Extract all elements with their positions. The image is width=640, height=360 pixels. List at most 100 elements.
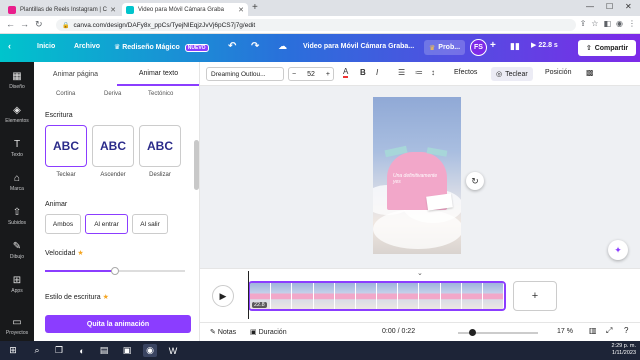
windows-start-icon[interactable]: ⊞ xyxy=(6,344,20,357)
undo-icon[interactable]: ↶ xyxy=(228,41,236,52)
search-icon[interactable]: ⌕ xyxy=(30,344,44,357)
tab-animate-page[interactable]: Animar página xyxy=(34,62,117,86)
pro-button[interactable]: ♛ Prob... xyxy=(424,40,466,55)
card-text[interactable]: Una definitivamente yes xyxy=(393,173,445,185)
zoom-slider[interactable] xyxy=(458,329,538,336)
system-tray[interactable]: 2:29 p. m. 1/11/2023 xyxy=(612,343,636,357)
share-page-icon[interactable]: ⇪ xyxy=(580,19,587,28)
share-button[interactable]: ⇧ Compartir xyxy=(578,40,636,56)
pro-label: Prob... xyxy=(438,44,461,51)
magic-assistant-icon[interactable]: ✦ xyxy=(608,240,628,260)
rail-item-apps[interactable]: ⊞ Apps xyxy=(0,268,34,300)
clip-thumbnail xyxy=(355,283,378,309)
timeline-play-button[interactable]: ▶ xyxy=(212,285,234,307)
rotate-icon[interactable]: ↻ xyxy=(466,172,484,190)
rail-item-uploads[interactable]: ⇧ Subidos xyxy=(0,200,34,232)
duration-button[interactable]: ▣ Duración xyxy=(250,328,287,336)
close-tab-icon[interactable]: ✕ xyxy=(107,6,116,14)
italic-button[interactable]: I xyxy=(376,68,378,77)
position-button[interactable]: Posición xyxy=(545,69,571,76)
maximize-window-icon[interactable]: ☐ xyxy=(606,2,613,11)
word-icon[interactable]: W xyxy=(166,344,180,357)
animation-tile-teclear[interactable]: ABC xyxy=(45,125,87,167)
tab-video-movil[interactable]: Video para Móvil Cámara Graba ✕ xyxy=(122,3,248,16)
add-page-button[interactable]: + xyxy=(513,281,557,311)
fullscreen-icon[interactable]: ⤢ xyxy=(606,326,612,336)
rail-item-draw[interactable]: ✎ Dibujo xyxy=(0,234,34,266)
avatar[interactable]: FS xyxy=(470,39,487,56)
align-center-icon[interactable]: ☰ xyxy=(398,68,405,77)
store-icon[interactable]: ▣ xyxy=(120,344,134,357)
effects-button[interactable]: Efectos xyxy=(454,69,477,76)
spacing-icon[interactable]: ↕ xyxy=(431,68,435,77)
magic-redesign-button[interactable]: ♛ Rediseño Mágico NUEVO xyxy=(114,43,209,52)
instagram-favicon-icon xyxy=(8,5,16,14)
clip-thumbnail xyxy=(292,283,314,309)
remove-animation-button[interactable]: Quita la animación xyxy=(45,315,191,333)
browser-menu-icon[interactable]: ⋮ xyxy=(628,19,636,28)
design-page[interactable]: Una definitivamente yes xyxy=(373,97,461,254)
decrease-size-button[interactable]: − xyxy=(292,71,296,78)
url-field[interactable]: 🔒 canva.com/design/DAFy8x_ppCs/TyejNlEqj… xyxy=(56,19,576,31)
new-badge: NUEVO xyxy=(184,44,209,52)
document-title[interactable]: Video para Móvil Cámara Graba... xyxy=(303,43,414,50)
tab-animate-text[interactable]: Animar texto xyxy=(117,62,199,86)
font-size-value[interactable]: 52 xyxy=(307,71,315,78)
zoom-slider-handle[interactable] xyxy=(468,329,476,336)
new-tab-button[interactable]: + xyxy=(252,2,258,13)
text-color-icon[interactable]: A xyxy=(343,68,349,78)
zoom-value[interactable]: 17 % xyxy=(557,328,573,335)
rail-item-brand[interactable]: ⌂ Marca xyxy=(0,166,34,198)
extensions-icon[interactable]: ◧ xyxy=(603,19,611,28)
left-rail: ▦ Diseño ◈ Elementos T Texto ⌂ Marca ⇧ Subido… xyxy=(0,62,34,341)
add-collaborator-icon[interactable]: + xyxy=(490,40,496,51)
file-button[interactable]: Archivo xyxy=(74,43,100,50)
speed-slider-handle[interactable] xyxy=(111,267,119,275)
file-explorer-icon[interactable]: ▤ xyxy=(97,344,111,357)
animate-on-enter-button[interactable]: Al entrar xyxy=(85,214,128,234)
speed-slider[interactable] xyxy=(45,267,185,275)
notes-button[interactable]: ✎ Notas xyxy=(210,328,236,336)
profile-icon[interactable]: ◉ xyxy=(616,19,623,28)
rail-label: Apps xyxy=(11,287,23,294)
video-clip[interactable] xyxy=(248,281,506,311)
cloud-saved-icon[interactable]: ☁ xyxy=(278,41,287,52)
panel-scrollbar[interactable] xyxy=(194,140,199,190)
font-family-dropdown[interactable]: Dreaming Outlou... xyxy=(206,67,284,81)
list-icon[interactable]: ≔ xyxy=(415,68,423,77)
back-icon[interactable]: ← xyxy=(6,19,15,29)
animation-tile-ascender[interactable]: ABC xyxy=(92,125,134,167)
tab-plantillas[interactable]: Plantillas de Reels Instagram | C ✕ xyxy=(4,3,120,16)
edge-browser-icon[interactable]: ◐ xyxy=(75,344,89,357)
task-view-icon[interactable]: ❐ xyxy=(52,344,66,357)
chevron-down-icon[interactable]: ⌄ xyxy=(417,269,423,277)
animate-button[interactable]: ◎ Teclear xyxy=(491,67,533,81)
close-tab-icon[interactable]: ✕ xyxy=(235,6,244,14)
minimize-window-icon[interactable]: — xyxy=(586,2,594,11)
present-duration-button[interactable]: ▶ 22.8 s xyxy=(531,41,558,49)
rail-item-design[interactable]: ▦ Diseño xyxy=(0,64,34,96)
animate-on-exit-button[interactable]: Al salir xyxy=(132,214,168,234)
rail-item-text[interactable]: T Texto xyxy=(0,132,34,164)
reload-icon[interactable]: ↻ xyxy=(35,19,43,30)
help-icon[interactable]: ? xyxy=(624,326,628,335)
rail-item-elements[interactable]: ◈ Elementos xyxy=(0,98,34,130)
insights-icon[interactable]: ▮▮ xyxy=(510,41,520,52)
collapse-menu-icon[interactable]: ‹ xyxy=(8,41,11,51)
redo-icon[interactable]: ↷ xyxy=(251,41,259,52)
home-button[interactable]: Inicio xyxy=(37,43,55,50)
font-size-stepper[interactable]: − 52 + xyxy=(288,67,334,81)
playhead[interactable] xyxy=(248,271,249,319)
animate-both-button[interactable]: Ambos xyxy=(45,214,81,234)
writing-style-label-text: Estilo de escritura xyxy=(45,294,101,301)
animation-tile-deslizar[interactable]: ABC xyxy=(139,125,181,167)
bookmark-star-icon[interactable]: ☆ xyxy=(591,19,598,28)
chrome-icon[interactable]: ◉ xyxy=(143,344,157,357)
bold-button[interactable]: B xyxy=(360,68,366,77)
transparency-icon[interactable]: ▩ xyxy=(586,68,594,77)
page-grid-icon[interactable]: ▥ xyxy=(589,326,597,335)
forward-icon[interactable]: → xyxy=(20,19,29,29)
increase-size-button[interactable]: + xyxy=(326,71,330,78)
rail-item-projects[interactable]: ▭ Proyectos xyxy=(0,310,34,342)
close-window-icon[interactable]: ✕ xyxy=(625,2,632,11)
